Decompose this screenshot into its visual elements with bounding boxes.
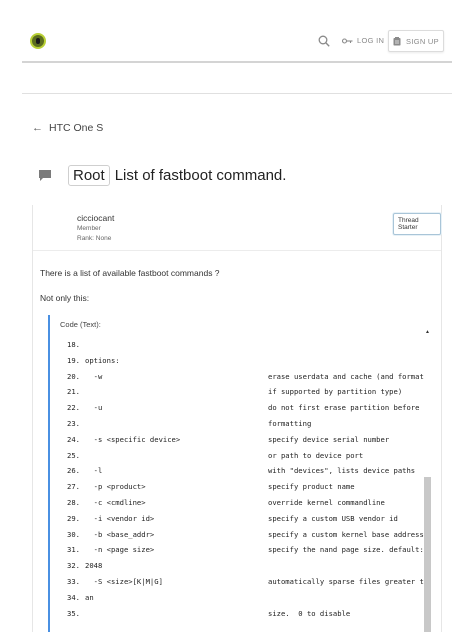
- author-role: Member: [77, 225, 101, 232]
- code-description: specify device serial number: [268, 434, 390, 444]
- line-number: 28.: [67, 497, 80, 507]
- code-option: -u: [85, 403, 103, 413]
- code-description: specify a custom kernel base address: [268, 529, 424, 539]
- chat-bubble-icon: [39, 170, 51, 181]
- line-number: 27.: [67, 482, 80, 492]
- arrow-left-icon: ←: [32, 122, 43, 134]
- post-text: Not only this:: [40, 293, 90, 303]
- code-block: Code (Text): 18. 19. options: 20. -w erase u…: [48, 315, 432, 632]
- author-info: cicciocant Member Rank: None: [77, 213, 114, 242]
- site-logo[interactable]: [30, 33, 46, 49]
- line-number: 34.: [67, 592, 80, 602]
- author-name[interactable]: cicciocant: [77, 213, 114, 223]
- code-option: -l: [85, 466, 103, 476]
- code-option: -S <size>[K|M|G]: [85, 576, 163, 586]
- code-description: with "devices", lists device paths: [268, 466, 416, 476]
- post-divider: [33, 250, 441, 251]
- code-description: specify a custom USB vendor id: [268, 513, 398, 523]
- signup-button[interactable]: SIGN UP: [388, 30, 444, 52]
- breadcrumb-back-link[interactable]: ← HTC One S: [32, 122, 103, 134]
- code-option: -p <product>: [85, 482, 146, 492]
- code-option: 2048: [85, 561, 103, 571]
- line-number: 19.: [67, 355, 80, 365]
- search-icon[interactable]: [318, 35, 330, 47]
- code-option: -b <base_addr>: [85, 529, 155, 539]
- clipboard-icon: [393, 36, 401, 45]
- code-description: or path to device port: [268, 450, 364, 460]
- line-number: 23.: [67, 418, 80, 428]
- line-number: 22.: [67, 403, 80, 413]
- breadcrumb-label: HTC One S: [49, 122, 104, 134]
- thread-starter-badge: Thread Starter: [393, 213, 441, 235]
- thread-title: List of fastboot command.: [114, 167, 287, 184]
- thread-title-row: Root List of fastboot command.: [38, 165, 286, 186]
- code-option: options:: [85, 355, 120, 365]
- code-option: -n <page size>: [85, 545, 155, 555]
- line-number: 32.: [67, 561, 80, 571]
- scroll-up-arrow-icon[interactable]: ▲: [425, 329, 430, 335]
- divider: [22, 93, 452, 94]
- code-description: do not first erase partition before: [268, 403, 420, 413]
- line-number: 21.: [67, 387, 80, 397]
- key-icon: [342, 37, 353, 44]
- login-label: LOG IN: [357, 36, 385, 45]
- post-text: There is a list of available fastboot co…: [40, 268, 220, 278]
- author-rank: Rank: None: [77, 235, 112, 242]
- code-description: override kernel commandline: [268, 497, 385, 507]
- scrollbar-thumb[interactable]: [424, 477, 431, 632]
- post-card: cicciocant Member Rank: None Thread Star…: [32, 205, 442, 632]
- signup-label: SIGN UP: [406, 36, 439, 46]
- line-number: 30.: [67, 529, 80, 539]
- code-description: formatting: [268, 418, 312, 428]
- line-number: 33.: [67, 576, 80, 586]
- site-header: LOG IN SIGN UP: [22, 18, 452, 63]
- code-label: Code (Text):: [60, 320, 101, 329]
- login-button[interactable]: LOG IN: [342, 36, 384, 45]
- code-description: size. 0 to disable: [268, 608, 351, 618]
- code-option: -w: [85, 371, 103, 381]
- code-description: specify the nand page size. default:: [268, 545, 424, 555]
- code-description: automatically sparse files greater th: [268, 576, 429, 586]
- line-number: 25.: [67, 450, 80, 460]
- line-number: 35.: [67, 608, 80, 618]
- code-option: -c <cmdline>: [85, 497, 146, 507]
- line-number: 31.: [67, 545, 80, 555]
- line-number: 24.: [67, 434, 80, 444]
- code-option: an: [85, 592, 94, 602]
- line-number: 26.: [67, 466, 80, 476]
- code-option: -i <vendor id>: [85, 513, 155, 523]
- line-number: 18.: [67, 340, 80, 349]
- line-number: 29.: [67, 513, 80, 523]
- code-description: if supported by partition type): [268, 387, 403, 397]
- code-scrollbar[interactable]: ▲: [424, 329, 431, 632]
- code-description: specify product name: [268, 482, 355, 492]
- code-description: erase userdata and cache (and format: [268, 371, 424, 381]
- code-option: -s <specific device>: [85, 434, 181, 444]
- line-number: 20.: [67, 371, 80, 381]
- thread-prefix-tag[interactable]: Root: [68, 165, 110, 186]
